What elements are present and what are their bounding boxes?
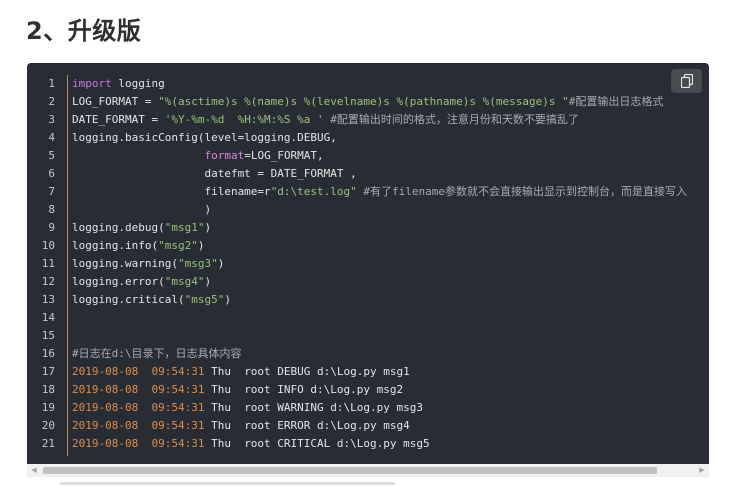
line-number: 11 [41, 257, 55, 270]
code-line: datefmt = DATE_FORMAT , [72, 165, 709, 183]
code-line: 2019-08-08 09:54:31 Thu root WARNING d:\… [72, 399, 709, 417]
code-line: format=LOG_FORMAT, [72, 147, 709, 165]
code-token: "msg4" [164, 275, 205, 288]
line-number: 16 [41, 347, 55, 360]
line-number: 7 [48, 185, 55, 198]
line-number: 15 [41, 329, 55, 342]
code-line: 2019-08-08 09:54:31 Thu root CRITICAL d:… [72, 435, 709, 453]
line-number: 17 [41, 365, 55, 378]
code-line: logging.debug("msg1") [72, 219, 709, 237]
code-token: logging.basicConfig(level=logging.DEBUG, [72, 131, 337, 144]
line-number: 2 [48, 95, 55, 108]
line-number: 12 [41, 275, 55, 288]
code-token: Thu root ERROR d:\Log.py msg4 [204, 419, 410, 432]
line-number-gutter: 1 2 3 4 5 6 7 8 9 10 11 12 13 14 15 16 17 18 19 20 21 [27, 75, 67, 453]
code-token: 2019-08-08 09:54:31 [72, 419, 205, 432]
code-token: filename=r [72, 185, 271, 198]
code-token: #配置输出日志格式 [568, 95, 664, 108]
code-token: ) [217, 257, 225, 270]
scrollbar-thumb[interactable] [43, 467, 657, 474]
line-number: 1 [48, 77, 55, 90]
code-token: Thu root INFO d:\Log.py msg2 [204, 383, 404, 396]
code-token: logging.warning( [72, 257, 178, 270]
code-token: DATE_FORMAT = [72, 113, 165, 126]
code-token: "msg2" [158, 239, 198, 252]
section-heading: 2、升级版 [26, 17, 142, 45]
code-line: 2019-08-08 09:54:31 Thu root INFO d:\Log… [72, 381, 709, 399]
code-token: ) [197, 239, 205, 252]
line-number: 10 [41, 239, 55, 252]
code-token: datefmt = DATE_FORMAT , [72, 167, 357, 180]
code-line: logging.info("msg2") [72, 237, 709, 255]
code-content: import logging LOG_FORMAT = "%(asctime)s … [72, 75, 709, 453]
code-token: #配置输出时间的格式，注意月份和天数不要搞乱了 [323, 113, 579, 126]
line-number: 9 [48, 221, 55, 234]
line-number: 3 [48, 113, 55, 126]
code-token: ) [72, 203, 212, 216]
code-line: logging.warning("msg3") [72, 255, 709, 273]
line-number: 20 [41, 419, 55, 432]
code-line: 2019-08-08 09:54:31 Thu root ERROR d:\Lo… [72, 417, 709, 435]
code-token: Thu root DEBUG d:\Log.py msg1 [204, 365, 410, 378]
code-line: #日志在d:\目录下，日志具体内容 [72, 345, 709, 363]
code-token: ) [224, 293, 231, 306]
code-token: logging.critical( [72, 293, 185, 306]
code-token: '%Y-%m-%d %H:%M:%S %a ' [164, 113, 324, 126]
code-token: #有了filename参数就不会直接输出显示到控制台，而是直接写入 [356, 185, 688, 198]
line-number: 19 [41, 401, 55, 414]
code-token: ) [204, 221, 212, 234]
line-number: 21 [41, 437, 55, 450]
code-token: =LOG_FORMAT, [244, 149, 324, 162]
code-line: logging.basicConfig(level=logging.DEBUG, [72, 129, 709, 147]
code-line: logging.error("msg4") [72, 273, 709, 291]
code-token: ) [204, 275, 212, 288]
code-token: format [204, 149, 245, 162]
code-line: filename=r"d:\test.log" #有了filename参数就不会… [72, 183, 709, 201]
line-number: 6 [48, 167, 55, 180]
line-number: 8 [48, 203, 55, 216]
code-token: logging.error( [72, 275, 165, 288]
scroll-left-arrow-icon[interactable]: ◀ [27, 464, 41, 477]
line-number: 13 [41, 293, 55, 306]
line-number: 18 [41, 383, 55, 396]
scroll-right-arrow-icon[interactable]: ▶ [695, 464, 709, 477]
line-number: 14 [41, 311, 55, 324]
code-token: Thu root CRITICAL d:\Log.py msg5 [204, 437, 430, 450]
code-token: logging.debug( [72, 221, 165, 234]
page-scroll-indicator [60, 482, 395, 485]
code-line: import logging [72, 75, 709, 93]
code-token: "msg5" [184, 293, 225, 306]
line-number: 5 [48, 149, 55, 162]
code-line: logging.critical("msg5") [72, 291, 709, 309]
code-token: Thu root WARNING d:\Log.py msg3 [204, 401, 423, 414]
code-token: "%(asctime)s %(name)s %(levelname)s %(pa… [158, 95, 569, 108]
code-token: logging [111, 77, 165, 90]
code-token: #日志在d:\目录下，日志具体内容 [72, 347, 242, 360]
code-token: "msg3" [177, 257, 218, 270]
code-line: ) [72, 201, 709, 219]
code-token: 2019-08-08 09:54:31 [72, 401, 205, 414]
code-token: "msg1" [164, 221, 205, 234]
code-token: "d:\test.log" [270, 185, 357, 198]
gutter-divider [67, 75, 68, 456]
code-token: import [72, 77, 112, 90]
code-line: DATE_FORMAT = '%Y-%m-%d %H:%M:%S %a ' #配… [72, 111, 709, 129]
code-token: 2019-08-08 09:54:31 [72, 437, 205, 450]
code-block: 1 2 3 4 5 6 7 8 9 10 11 12 13 14 15 16 17 18 19 20 21 import… [27, 63, 709, 477]
code-token: 2019-08-08 09:54:31 [72, 383, 205, 396]
line-number: 4 [48, 131, 55, 144]
code-token: LOG_FORMAT = [72, 95, 159, 108]
code-token: 2019-08-08 09:54:31 [72, 365, 205, 378]
code-token: logging.info( [72, 239, 159, 252]
code-line: LOG_FORMAT = "%(asctime)s %(name)s %(lev… [72, 93, 709, 111]
horizontal-scrollbar[interactable]: ◀ ▶ [27, 464, 709, 477]
code-line: 2019-08-08 09:54:31 Thu root DEBUG d:\Lo… [72, 363, 709, 381]
